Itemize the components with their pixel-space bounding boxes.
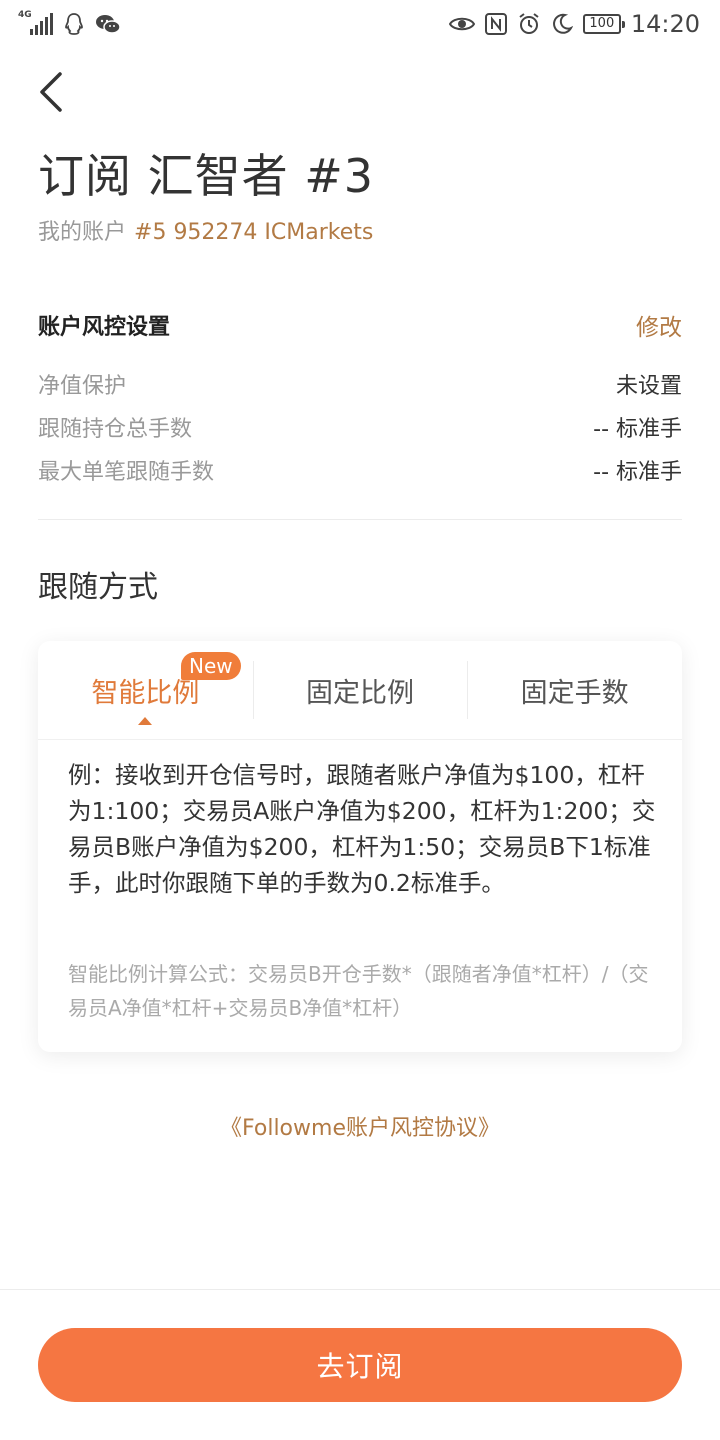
- risk-row-value: -- 标准手: [593, 416, 682, 442]
- risk-settings-title: 账户风控设置: [38, 315, 171, 340]
- alarm-icon: [519, 13, 539, 34]
- example-text: 例：接收到开仓信号时，跟随者账户净值为$100，杠杆为1:100；交易员A账户净…: [68, 761, 656, 897]
- back-arrow-icon[interactable]: [34, 68, 70, 116]
- risk-row-equity-protection: 净值保护 未设置: [38, 362, 682, 405]
- risk-row-value: 未设置: [615, 373, 682, 399]
- risk-protocol-link[interactable]: 《Followme账户风控协议》: [0, 1110, 720, 1142]
- active-tab-indicator-icon: [138, 717, 153, 725]
- clock: 14:20: [630, 10, 700, 38]
- account-value[interactable]: #5 952274 ICMarkets: [134, 220, 373, 245]
- tab-smart-ratio[interactable]: 智能比例 New: [38, 641, 253, 739]
- follow-mode-title: 跟随方式: [38, 570, 158, 605]
- risk-settings-list: 净值保护 未设置 跟随持仓总手数 -- 标准手 最大单笔跟随手数 -- 标准手: [38, 362, 682, 491]
- nfc-icon: [484, 13, 507, 35]
- subscribe-button[interactable]: 去订阅: [38, 1328, 682, 1402]
- account-line: 我的账户 #5 952274 ICMarkets: [38, 214, 373, 246]
- wechat-icon: [96, 15, 121, 34]
- tab-fixed-lots[interactable]: 固定手数: [467, 641, 682, 739]
- moon-icon: [552, 13, 573, 34]
- risk-row-max-single-lots: 最大单笔跟随手数 -- 标准手: [38, 448, 682, 491]
- status-bar: 4G 100 14:20: [0, 0, 720, 50]
- risk-row-label: 净值保护: [38, 373, 127, 399]
- battery-icon: 100: [582, 14, 625, 34]
- tab-fixed-ratio[interactable]: 固定比例: [252, 641, 468, 739]
- tab-label: 固定手数: [520, 677, 629, 709]
- signal-icon: 4G: [18, 10, 53, 35]
- page-title: 订阅 汇智者 #3: [38, 149, 375, 203]
- qq-icon: [65, 13, 83, 35]
- follow-mode-tabs: 智能比例 New 固定比例 固定手数: [38, 641, 682, 740]
- formula-text: 智能比例计算公式：交易员B开仓手数*（跟随者净值*杠杆）/（交易员A净值*杠杆+…: [68, 962, 649, 1020]
- risk-settings-header: 账户风控设置 修改: [38, 308, 682, 342]
- new-badge: New: [181, 652, 241, 680]
- account-label: 我的账户: [38, 220, 127, 245]
- divider: [0, 1289, 720, 1290]
- follow-mode-card: 智能比例 New 固定比例 固定手数 例：接收到开仓信号时，跟随者账户净值为$1…: [38, 641, 682, 1052]
- risk-row-label: 最大单笔跟随手数: [38, 459, 215, 485]
- edit-button[interactable]: 修改: [636, 308, 682, 342]
- risk-row-total-lots: 跟随持仓总手数 -- 标准手: [38, 405, 682, 448]
- divider: [38, 519, 682, 520]
- tab-label: 固定比例: [306, 677, 414, 709]
- eye-icon: [448, 17, 475, 31]
- risk-row-value: -- 标准手: [593, 459, 682, 485]
- risk-row-label: 跟随持仓总手数: [38, 416, 193, 442]
